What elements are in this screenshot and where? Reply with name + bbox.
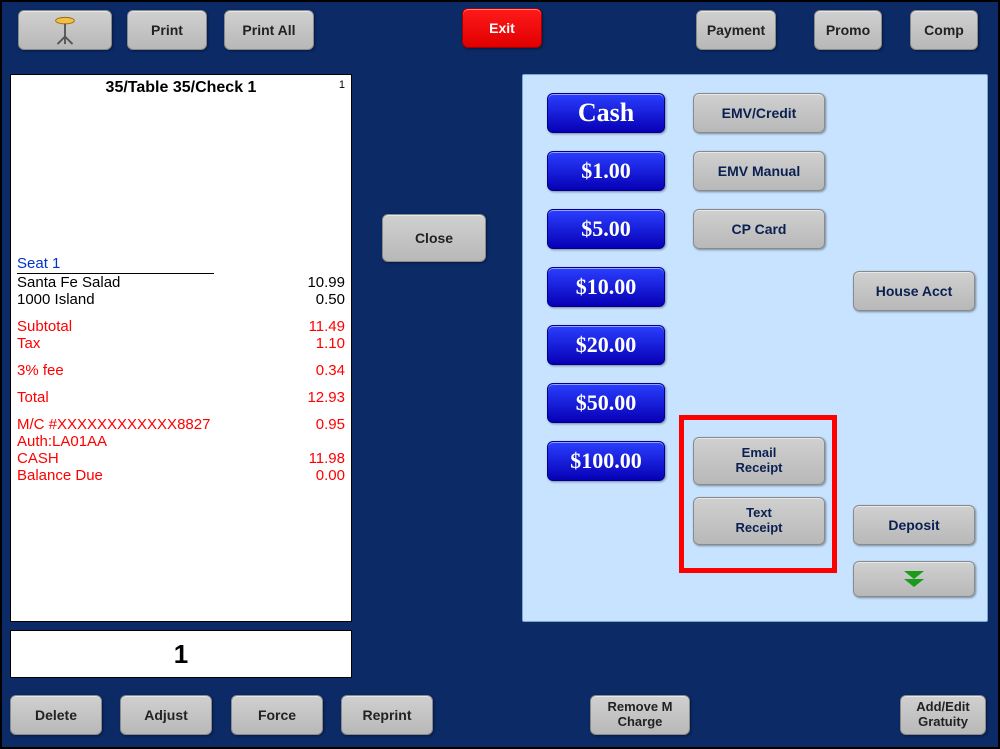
email-receipt-label: Email Receipt <box>736 446 783 476</box>
cash-20-label: $20.00 <box>576 332 637 357</box>
printall-label: Print All <box>242 22 295 38</box>
table-icon-button[interactable] <box>18 10 112 50</box>
receipt-item: 1000 Island 0.50 <box>17 291 345 308</box>
payment-panel: Cash $1.00 $5.00 $10.00 $20.00 $50.00 $1… <box>522 74 988 622</box>
total-label: Total <box>17 389 49 406</box>
fee-line: 3% fee 0.34 <box>17 362 345 379</box>
total-line: Total 12.93 <box>17 389 345 406</box>
tax-label: Tax <box>17 335 40 352</box>
delete-button[interactable]: Delete <box>10 695 102 735</box>
cp-card-label: CP Card <box>732 221 787 237</box>
close-button[interactable]: Close <box>382 214 486 262</box>
cash-5-label: $5.00 <box>581 216 631 241</box>
emv-credit-label: EMV/Credit <box>722 105 797 121</box>
removem-label: Remove M Charge <box>591 700 689 730</box>
email-receipt-button[interactable]: Email Receipt <box>693 437 825 485</box>
cash-100-label: $100.00 <box>570 448 642 473</box>
emv-manual-button[interactable]: EMV Manual <box>693 151 825 191</box>
promo-button[interactable]: Promo <box>814 10 882 50</box>
cc-line: M/C #XXXXXXXXXXXX8827 0.95 <box>17 416 345 433</box>
cc-label: M/C #XXXXXXXXXXXX8827 <box>17 416 210 433</box>
emv-credit-button[interactable]: EMV/Credit <box>693 93 825 133</box>
receipt-panel: 35/Table 35/Check 1 1 Seat 1 Santa Fe Sa… <box>10 74 352 622</box>
payment-label: Payment <box>707 22 765 38</box>
deposit-label: Deposit <box>888 517 939 533</box>
print-label: Print <box>151 22 183 38</box>
quantity-value: 1 <box>174 639 188 670</box>
auth-line: Auth:LA01AA <box>17 433 345 450</box>
close-label: Close <box>415 230 453 246</box>
receipt-body: Seat 1 Santa Fe Salad 10.99 1000 Island 0.… <box>17 255 345 615</box>
total-value: 12.93 <box>307 389 345 406</box>
cash-line: CASH 11.98 <box>17 450 345 467</box>
cash-10-button[interactable]: $10.00 <box>547 267 665 307</box>
house-acct-label: House Acct <box>876 283 953 299</box>
print-all-button[interactable]: Print All <box>224 10 314 50</box>
balance-label: Balance Due <box>17 467 103 484</box>
fee-value: 0.34 <box>316 362 345 379</box>
scroll-down-button[interactable] <box>853 561 975 597</box>
reprint-button[interactable]: Reprint <box>341 695 433 735</box>
house-acct-button[interactable]: House Acct <box>853 271 975 311</box>
force-label: Force <box>258 707 296 723</box>
cash-50-label: $50.00 <box>576 390 637 415</box>
exit-button[interactable]: Exit <box>462 8 542 48</box>
balance-value: 0.00 <box>316 467 345 484</box>
cash-100-button[interactable]: $100.00 <box>547 441 665 481</box>
item-name: Santa Fe Salad <box>17 274 120 291</box>
quantity-display: 1 <box>10 630 352 678</box>
comp-label: Comp <box>924 22 964 38</box>
cash-value: 11.98 <box>309 450 345 467</box>
receipt-header-num: 1 <box>339 79 345 91</box>
cash-5-button[interactable]: $5.00 <box>547 209 665 249</box>
cash-button[interactable]: Cash <box>547 93 665 133</box>
cash-label: CASH <box>17 450 59 467</box>
cash-10-label: $10.00 <box>576 274 637 299</box>
exit-label: Exit <box>489 20 515 36</box>
cash-btn-label: Cash <box>578 98 634 128</box>
seat-label: Seat 1 <box>17 255 345 272</box>
print-button[interactable]: Print <box>127 10 207 50</box>
fee-label: 3% fee <box>17 362 64 379</box>
receipt-title: 35/Table 35/Check 1 <box>106 79 257 96</box>
balance-line: Balance Due 0.00 <box>17 467 345 484</box>
adjust-button[interactable]: Adjust <box>120 695 212 735</box>
delete-label: Delete <box>35 707 77 723</box>
payment-button[interactable]: Payment <box>696 10 776 50</box>
double-chevron-down-icon <box>900 569 928 589</box>
cash-1-button[interactable]: $1.00 <box>547 151 665 191</box>
deposit-button[interactable]: Deposit <box>853 505 975 545</box>
item-name: 1000 Island <box>17 291 95 308</box>
text-receipt-button[interactable]: Text Receipt <box>693 497 825 545</box>
cc-amt: 0.95 <box>316 416 345 433</box>
comp-button[interactable]: Comp <box>910 10 978 50</box>
item-price: 10.99 <box>307 274 345 291</box>
cash-20-button[interactable]: $20.00 <box>547 325 665 365</box>
promo-label: Promo <box>826 22 870 38</box>
text-receipt-label: Text Receipt <box>736 506 783 536</box>
remove-m-charge-button[interactable]: Remove M Charge <box>590 695 690 735</box>
stool-icon <box>50 15 80 45</box>
emv-manual-label: EMV Manual <box>718 163 800 179</box>
item-price: 0.50 <box>316 291 345 308</box>
subtotal-value: 11.49 <box>309 318 345 335</box>
cash-1-label: $1.00 <box>581 158 631 183</box>
reprint-label: Reprint <box>363 707 412 723</box>
tax-line: Tax 1.10 <box>17 335 345 352</box>
cp-card-button[interactable]: CP Card <box>693 209 825 249</box>
cash-50-button[interactable]: $50.00 <box>547 383 665 423</box>
tax-value: 1.10 <box>316 335 345 352</box>
force-button[interactable]: Force <box>231 695 323 735</box>
subtotal-label: Subtotal <box>17 318 72 335</box>
add-edit-gratuity-button[interactable]: Add/Edit Gratuity <box>900 695 986 735</box>
addedit-label: Add/Edit Gratuity <box>901 700 985 730</box>
receipt-item: Santa Fe Salad 10.99 <box>17 274 345 291</box>
receipt-header: 35/Table 35/Check 1 1 <box>11 75 351 101</box>
adjust-label: Adjust <box>144 707 188 723</box>
subtotal-line: Subtotal 11.49 <box>17 318 345 335</box>
